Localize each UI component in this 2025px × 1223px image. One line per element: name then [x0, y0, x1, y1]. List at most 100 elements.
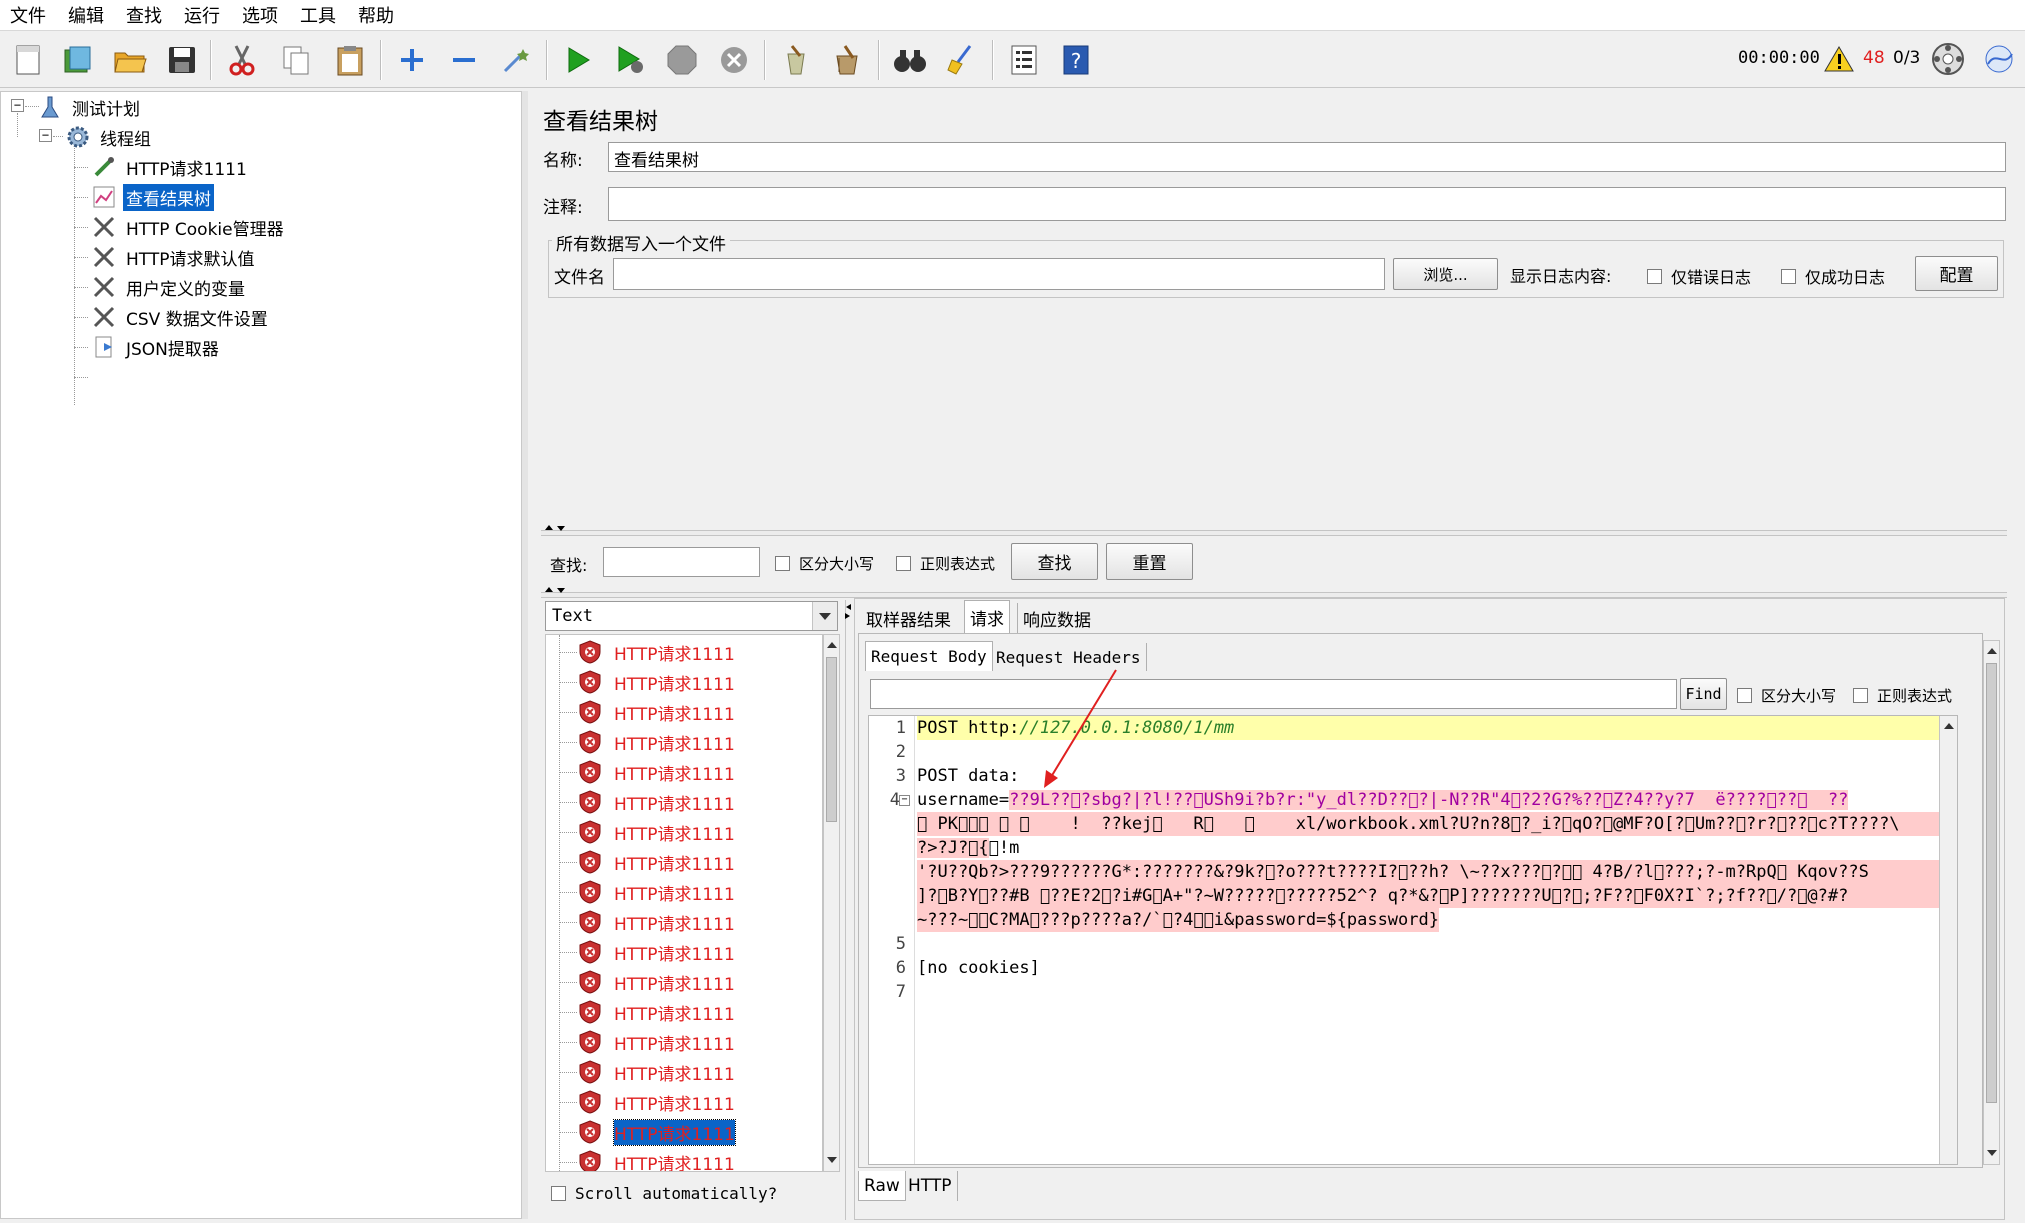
search-input[interactable] — [603, 547, 760, 577]
log-viewer-icon[interactable] — [1982, 42, 2016, 81]
tree-node-csv-data-set[interactable]: CSV 数据文件设置 — [91, 304, 271, 330]
editor-scrollbar[interactable] — [1939, 716, 1957, 1164]
help-button[interactable]: ? — [1054, 39, 1098, 81]
result-item[interactable]: HTTP请求1111 — [578, 939, 735, 965]
tab-request[interactable]: 请求 — [964, 600, 1010, 633]
menu-tools[interactable]: 工具 — [300, 2, 336, 28]
configure-button[interactable]: 配置 — [1915, 256, 1998, 291]
menu-edit[interactable]: 编辑 — [68, 2, 104, 28]
result-item[interactable]: HTTP请求1111 — [578, 1149, 735, 1171]
renderer-dropdown-button[interactable] — [812, 602, 837, 630]
request-case-sensitive-check[interactable] — [1737, 688, 1752, 703]
result-item[interactable]: HTTP请求1111 — [578, 849, 735, 875]
result-item[interactable]: HTTP请求1111 — [578, 1118, 736, 1146]
fold-toggle[interactable]: − — [899, 795, 910, 806]
start-button[interactable] — [556, 39, 600, 81]
menu-options[interactable]: 选项 — [242, 2, 278, 28]
scroll-up-icon[interactable] — [1944, 722, 1954, 730]
tree-node-request-defaults[interactable]: HTTP请求默认值 — [91, 244, 258, 270]
tab-response-data[interactable]: 响应数据 — [1017, 603, 1096, 633]
result-item[interactable]: HTTP请求1111 — [578, 669, 735, 695]
result-item[interactable]: HTTP请求1111 — [578, 999, 735, 1025]
result-item[interactable]: HTTP请求1111 — [578, 879, 735, 905]
result-item[interactable]: HTTP请求1111 — [578, 759, 735, 785]
cut-button[interactable] — [220, 39, 264, 81]
request-case-sensitive-checkbox[interactable]: 区分大小写 — [1737, 685, 1836, 706]
new-button[interactable] — [6, 39, 50, 81]
scroll-down-icon[interactable] — [1987, 1149, 1997, 1157]
find-button[interactable]: 查找 — [1011, 543, 1098, 580]
tree-node-http-request[interactable]: HTTP请求1111 — [91, 154, 250, 180]
clear-all-button[interactable] — [826, 39, 870, 81]
errors-only-check[interactable] — [1647, 268, 1662, 284]
request-regex-checkbox[interactable]: 正则表达式 — [1853, 685, 1952, 706]
request-find-button[interactable]: Find — [1680, 678, 1727, 710]
tab-http[interactable]: HTTP — [903, 1171, 958, 1201]
success-only-check[interactable] — [1781, 268, 1796, 284]
tab-sampler-result[interactable]: 取样器结果 — [861, 603, 956, 633]
result-splitter[interactable] — [845, 600, 849, 1220]
name-input[interactable]: 查看结果树 — [608, 142, 2006, 172]
templates-button[interactable] — [56, 39, 100, 81]
save-button[interactable] — [160, 39, 204, 81]
reset-search-button[interactable] — [940, 39, 984, 81]
scroll-automatically-check[interactable] — [551, 1186, 566, 1201]
scroll-up-icon[interactable] — [827, 641, 837, 649]
toggle-button[interactable] — [494, 39, 538, 81]
reset-button[interactable]: 重置 — [1106, 543, 1193, 580]
browse-button[interactable]: 浏览... — [1393, 258, 1498, 290]
result-item[interactable]: HTTP请求1111 — [578, 699, 735, 725]
tab-raw[interactable]: Raw — [858, 1171, 906, 1201]
scroll-down-icon[interactable] — [827, 1156, 837, 1164]
menu-file[interactable]: 文件 — [10, 2, 46, 28]
result-item[interactable]: HTTP请求1111 — [578, 1059, 735, 1085]
tree-node-thread-group[interactable]: 线程组 — [65, 124, 154, 150]
expander-test-plan[interactable]: − — [11, 99, 24, 112]
result-item[interactable]: HTTP请求1111 — [578, 819, 735, 845]
splitter-arrows-icon[interactable] — [543, 586, 567, 594]
start-no-pause-button[interactable] — [608, 39, 652, 81]
open-button[interactable] — [108, 39, 152, 81]
expander-thread-group[interactable]: − — [39, 129, 52, 142]
request-regex-check[interactable] — [1853, 688, 1868, 703]
case-sensitive-checkbox[interactable]: 区分大小写 — [775, 553, 874, 574]
scroll-automatically-checkbox[interactable]: Scroll automatically? — [551, 1184, 777, 1203]
expand-button[interactable] — [390, 39, 434, 81]
tree-node-view-results-tree[interactable]: 查看结果树 — [91, 183, 214, 211]
collapse-button[interactable] — [442, 39, 486, 81]
warning-icon[interactable] — [1823, 45, 1855, 78]
renderer-select[interactable]: Text — [545, 601, 838, 631]
result-item[interactable]: HTTP请求1111 — [578, 909, 735, 935]
request-body-editor[interactable]: 1 2 3 4 − 5 6 7 POST http://127.0.0.1:80… — [868, 715, 1958, 1165]
splitter-arrows-icon[interactable] — [543, 524, 567, 532]
vertical-splitter[interactable] — [522, 91, 528, 1219]
tree-node-test-plan[interactable]: 测试计划 — [37, 94, 143, 120]
copy-button[interactable] — [274, 39, 318, 81]
tab-request-body[interactable]: Request Body — [865, 641, 993, 671]
result-item[interactable]: HTTP请求1111 — [578, 1029, 735, 1055]
regex-check[interactable] — [896, 556, 911, 571]
tree-node-cookie-manager[interactable]: HTTP Cookie管理器 — [91, 214, 287, 240]
request-search-input[interactable] — [870, 679, 1677, 709]
request-panel-scrollbar[interactable] — [1983, 640, 2000, 1165]
regex-checkbox[interactable]: 正则表达式 — [896, 553, 995, 574]
splitter-arrows-icon[interactable] — [845, 603, 851, 621]
request-panel-scroll-thumb[interactable] — [1986, 663, 1997, 1103]
tree-node-user-variables[interactable]: 用户定义的变量 — [91, 274, 248, 300]
menu-search[interactable]: 查找 — [126, 2, 162, 28]
menu-run[interactable]: 运行 — [184, 2, 220, 28]
search-button[interactable] — [888, 39, 932, 81]
paste-button[interactable] — [328, 39, 372, 81]
result-list-scroll-thumb[interactable] — [826, 657, 837, 822]
scroll-up-icon[interactable] — [1987, 647, 1997, 655]
errors-only-checkbox[interactable]: 仅错误日志 — [1647, 264, 1751, 288]
clear-button[interactable] — [774, 39, 818, 81]
comment-input[interactable] — [608, 187, 2006, 221]
menu-help[interactable]: 帮助 — [358, 2, 394, 28]
result-item[interactable]: HTTP请求1111 — [578, 789, 735, 815]
result-item[interactable]: HTTP请求1111 — [578, 969, 735, 995]
success-only-checkbox[interactable]: 仅成功日志 — [1781, 264, 1885, 288]
horizontal-splitter-top[interactable] — [541, 530, 2007, 536]
tree-node-json-extractor[interactable]: JSON提取器 — [91, 334, 222, 360]
result-item[interactable]: HTTP请求1111 — [578, 729, 735, 755]
